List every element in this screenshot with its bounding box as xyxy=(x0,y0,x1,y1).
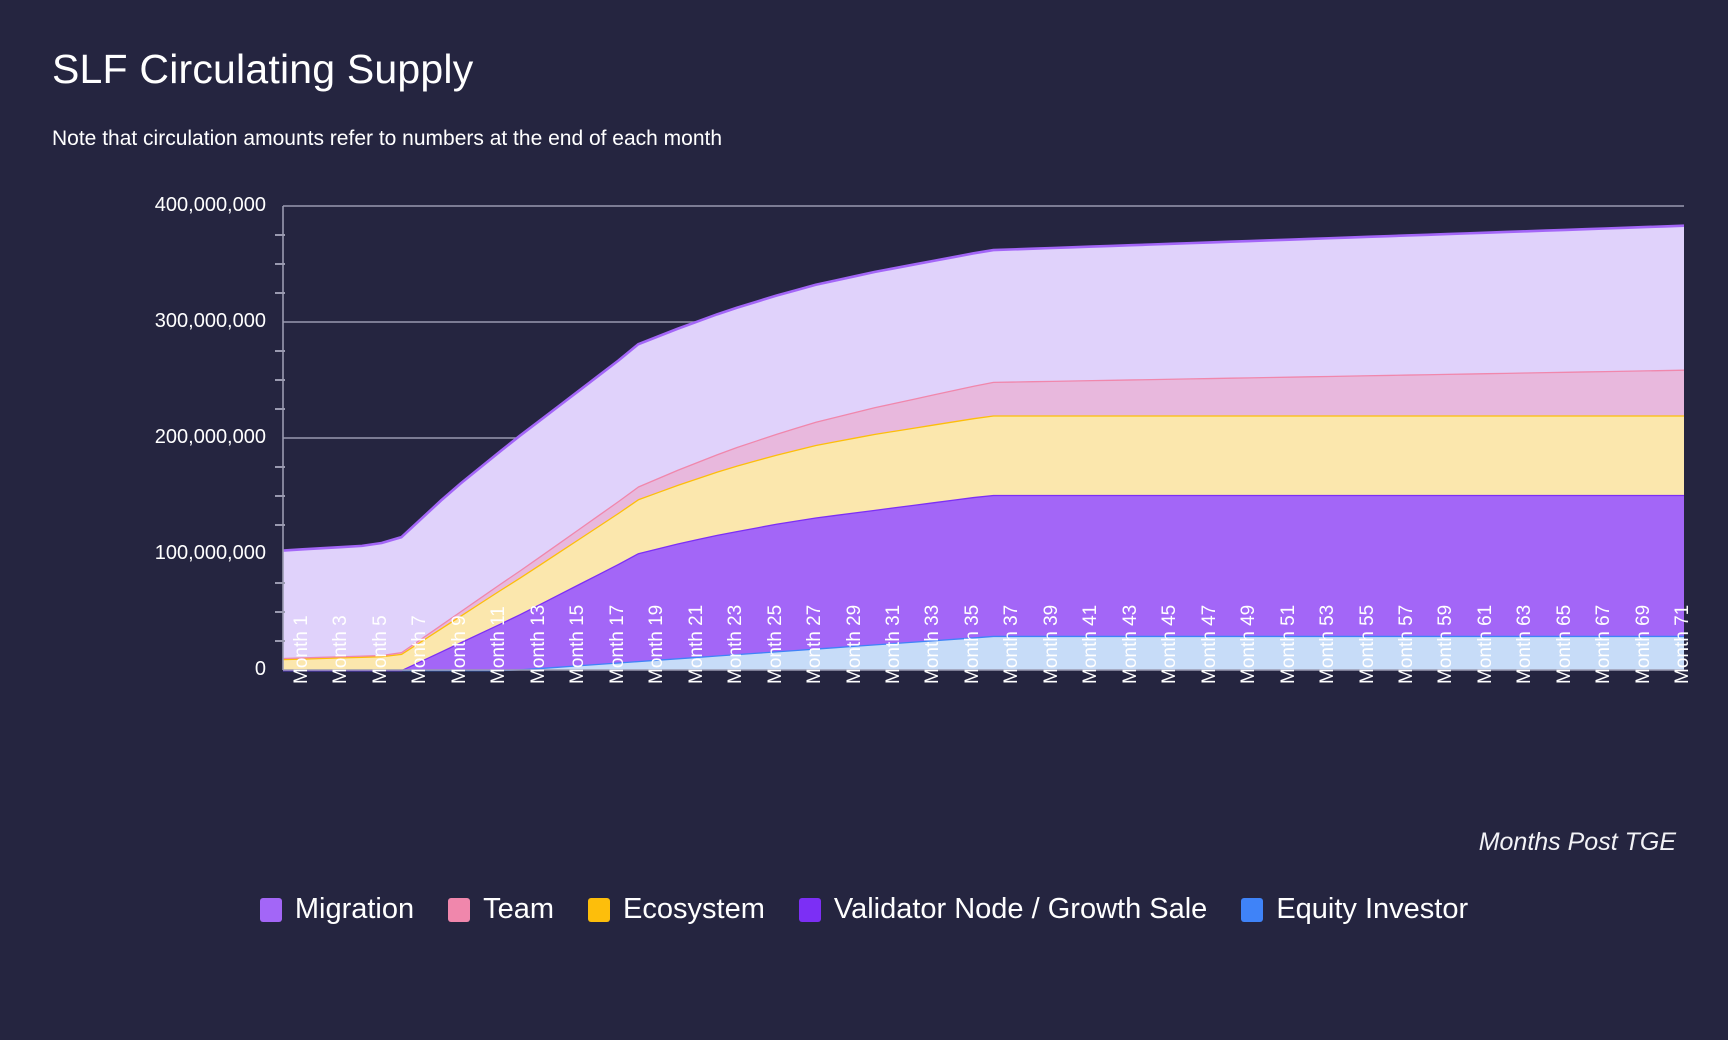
x-axis-tick-label: Month 11 xyxy=(488,606,510,684)
x-axis-tick-label: Month 23 xyxy=(725,604,747,684)
x-axis-tick-label: Month 51 xyxy=(1277,604,1299,684)
x-axis-tick-label: Month 33 xyxy=(922,604,944,684)
legend-item-label: Equity Investor xyxy=(1276,893,1469,925)
x-axis-tick-label: Month 13 xyxy=(527,604,549,684)
stacked-area-chart xyxy=(275,205,1685,672)
legend-swatch-icon xyxy=(798,897,821,922)
x-axis-tick-label: Month 61 xyxy=(1474,604,1496,684)
x-axis-tick-label: Month 39 xyxy=(1040,604,1062,684)
x-axis-tick-label: Month 17 xyxy=(606,604,628,684)
x-axis-tick-label: Month 69 xyxy=(1632,604,1654,684)
x-axis-tick-label: Month 5 xyxy=(369,615,391,684)
y-axis-tick-label: 300,000,000 xyxy=(154,310,266,332)
legend-item-equity-investor[interactable]: Equity Investor xyxy=(1241,895,1468,924)
legend-swatch-icon xyxy=(448,897,471,922)
legend-item-label: Migration xyxy=(294,893,415,925)
x-axis-tick-label: Month 37 xyxy=(1001,604,1023,684)
x-axis-tick-label: Month 31 xyxy=(882,604,904,684)
x-axis-tick-label: Month 67 xyxy=(1593,604,1615,684)
x-axis-tick-label: Month 1 xyxy=(291,615,312,684)
y-axis-tick-label: 100,000,000 xyxy=(154,542,266,564)
legend-item-team[interactable]: Team xyxy=(448,895,554,924)
legend-item-validator-node-growth-sale[interactable]: Validator Node / Growth Sale xyxy=(798,893,1208,925)
x-axis-tick-label: Month 9 xyxy=(448,615,470,684)
x-axis-tick-label: Month 41 xyxy=(1080,604,1102,684)
x-axis-tick-label: Month 15 xyxy=(567,604,589,684)
x-axis-tick-label: Month 65 xyxy=(1553,604,1575,684)
x-axis-tick-label: Month 47 xyxy=(1198,604,1220,684)
x-axis-tick-label: Month 43 xyxy=(1119,604,1141,684)
x-axis-tick-label: Month 25 xyxy=(764,604,786,684)
legend-item-label: Team xyxy=(483,893,555,925)
area-series-group xyxy=(282,224,1685,672)
x-axis-tick-label: Month 7 xyxy=(409,615,431,684)
x-axis-tick-label: Month 57 xyxy=(1396,604,1417,684)
legend-swatch-icon xyxy=(1241,897,1264,922)
x-axis-tick-label: Month 59 xyxy=(1435,604,1457,684)
x-axis-tick-label: Month 27 xyxy=(804,604,826,684)
x-axis-tick-label: Month 49 xyxy=(1238,604,1260,684)
legend-swatch-icon xyxy=(588,897,611,922)
x-axis-tick-label: Month 3 xyxy=(330,615,352,684)
x-axis-tick-label: Month 55 xyxy=(1356,604,1378,684)
x-axis-tick-label: Month 21 xyxy=(685,604,707,684)
y-axis-tick-label: 0 xyxy=(254,658,266,680)
plot-area xyxy=(0,0,1728,1040)
y-axis-tick-label: 400,000,000 xyxy=(154,194,266,216)
x-axis-title: Months Post TGE xyxy=(1478,828,1676,856)
legend-item-ecosystem[interactable]: Ecosystem xyxy=(588,895,765,924)
chart-legend: Migration Team Ecosystem Validator Node / G… xyxy=(0,895,1728,924)
x-axis-tick-label: Month 53 xyxy=(1317,604,1339,684)
x-axis-tick-label: Month 19 xyxy=(646,604,668,684)
legend-item-label: Ecosystem xyxy=(623,893,765,925)
chart-page: SLF Circulating Supply Note that circula… xyxy=(0,0,1728,1040)
legend-item-label: Validator Node / Growth Sale xyxy=(833,893,1208,925)
x-axis-tick-label: Month 45 xyxy=(1159,604,1181,684)
x-axis-tick-label: Month 35 xyxy=(961,604,983,684)
legend-swatch-icon xyxy=(259,897,282,922)
x-axis-tick-label: Month 71 xyxy=(1672,604,1694,684)
x-axis-tick-label: Month 29 xyxy=(843,604,865,684)
x-axis-tick-label: Month 63 xyxy=(1514,604,1536,684)
y-axis-tick-label: 200,000,000 xyxy=(154,426,266,448)
legend-item-migration[interactable]: Migration xyxy=(259,893,415,925)
